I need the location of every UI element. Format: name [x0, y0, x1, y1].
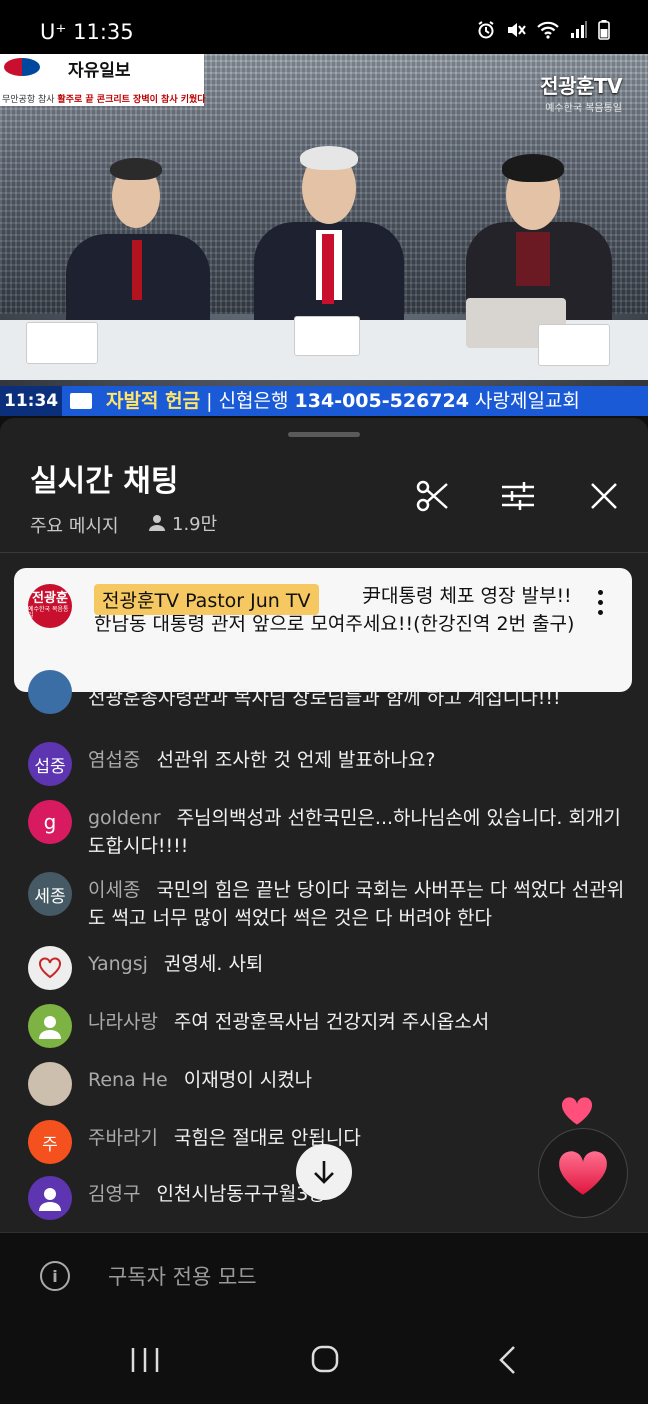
more-icon[interactable]	[598, 590, 604, 615]
avatar[interactable]: 주	[28, 1120, 72, 1164]
avatar-subtext: 예수한국 복음통일	[28, 605, 69, 620]
chat-mode-label[interactable]: 주요 메시지	[30, 512, 119, 538]
message-author[interactable]: 이세종	[88, 879, 140, 901]
avatar-text: 전광훈	[32, 591, 68, 607]
person-icon	[39, 1188, 61, 1211]
person-icon	[149, 515, 165, 531]
avatar[interactable]	[28, 670, 72, 714]
avatar[interactable]: 전광훈 예수한국 복음통일	[28, 584, 72, 628]
message-text: 권영세. 사퇴	[163, 953, 264, 975]
newspaper-headline: 무안공항 참사 활주로 끝 콘크리트 장벽이 참사 키웠다	[2, 92, 206, 105]
message-author[interactable]: 염섭중	[88, 749, 140, 771]
channel-brand: 전광훈TV 예수한국 복음통일	[540, 70, 622, 114]
avatar[interactable]	[28, 1176, 72, 1220]
wifi-icon	[537, 21, 559, 39]
chat-message[interactable]: 전광훈총사령관과 목사님 장로님들과 함께 하고 계십니다!!!	[28, 670, 628, 736]
heart-icon	[39, 957, 61, 979]
video-player[interactable]: 자유일보 무안공항 참사 활주로 끝 콘크리트 장벽이 참사 키웠다 전광훈TV…	[0, 54, 648, 416]
ticker-bank: 신협은행	[218, 390, 289, 412]
heart-icon	[559, 1151, 607, 1195]
system-navigation-bar	[0, 1316, 648, 1404]
back-icon[interactable]	[496, 1344, 520, 1376]
arrow-down-icon	[314, 1161, 334, 1184]
ticker-account: 134-005-526724	[294, 390, 469, 412]
pinned-author[interactable]: 전광훈TV Pastor Jun TV	[94, 584, 319, 615]
info-icon[interactable]: i	[40, 1261, 70, 1291]
message-text: 국민의 힘은 끝난 당이다 국회는 사버푸는 다 썩었다 선관위도 썩고 너무 …	[88, 879, 625, 929]
message-author[interactable]: 주바라기	[88, 1127, 158, 1149]
avatar[interactable]: g	[28, 800, 72, 844]
message-author[interactable]: 김영구	[88, 1183, 140, 1205]
viewer-count-text: 1.9만	[172, 514, 218, 535]
scroll-to-bottom-button[interactable]	[296, 1144, 352, 1200]
header-divider	[0, 552, 648, 553]
avatar[interactable]: 섭중	[28, 742, 72, 786]
donation-ticker: 11:34 자발적 헌금 | 신협은행 134-005-526724 사랑제일교…	[0, 386, 648, 416]
newspaper-logo	[4, 58, 40, 76]
mute-icon	[508, 23, 526, 37]
chat-message[interactable]: g goldenr 주님의백성과 선한국민은...하나님손에 있습니다. 회개기도…	[28, 800, 628, 870]
message-author[interactable]: goldenr	[88, 807, 161, 829]
channel-brand-title: 전광훈TV	[540, 74, 622, 98]
battery-icon	[598, 20, 610, 40]
ticker-church: 사랑제일교회	[475, 390, 580, 412]
newspaper-title: 자유일보	[68, 61, 131, 81]
message-text: 주여 전광훈목사님 건강지켜 주시옵소서	[173, 1011, 490, 1033]
status-time: U⁺ 11:35	[40, 20, 134, 44]
newspaper-headline-prefix: 무안공항 참사	[2, 95, 55, 105]
person-icon	[39, 1016, 61, 1039]
message-author[interactable]: Yangsj	[88, 953, 148, 975]
drag-handle[interactable]	[288, 432, 360, 437]
status-bar: U⁺ 11:35	[0, 0, 648, 54]
filter-icon	[502, 482, 534, 510]
alarm-icon	[478, 21, 494, 39]
message-author[interactable]: Rena He	[88, 1069, 168, 1091]
home-icon[interactable]	[310, 1344, 340, 1374]
message-text: 선관위 조사한 것 언제 발표하나요?	[156, 749, 436, 771]
subscriber-only-mode-text: 구독자 전용 모드	[108, 1265, 257, 1289]
chat-message[interactable]: 나라사랑 주여 전광훈목사님 건강지켜 주시옵소서	[28, 1004, 628, 1054]
desk-box	[294, 316, 360, 356]
message-text: 이재명이 시켰나	[183, 1069, 313, 1091]
chat-title: 실시간 채팅	[30, 464, 179, 499]
scissors-icon	[416, 480, 448, 512]
chat-message[interactable]: Yangsj 권영세. 사퇴	[28, 946, 628, 996]
avatar[interactable]	[28, 1004, 72, 1048]
avatar[interactable]	[28, 1062, 72, 1106]
desk-box	[538, 324, 610, 366]
clip-button[interactable]	[412, 476, 452, 516]
avatar[interactable]: 세종	[28, 872, 72, 916]
filter-button[interactable]	[498, 476, 538, 516]
desk-box	[26, 322, 98, 364]
message-text: 전광훈총사령관과 목사님 장로님들과 함께 하고 계십니다!!!	[88, 687, 561, 709]
newspaper-headline-text: 활주로 끝 콘크리트 장벽이 참사 키웠다	[57, 95, 206, 105]
close-icon	[591, 483, 617, 509]
chat-message[interactable]: Rena He 이재명이 시켰나	[28, 1062, 628, 1112]
newspaper-banner: 자유일보 무안공항 참사 활주로 끝 콘크리트 장벽이 참사 키웠다	[0, 54, 206, 106]
viewer-count: 1.9만	[148, 510, 217, 536]
recents-icon[interactable]	[130, 1346, 160, 1374]
message-author[interactable]: 나라사랑	[88, 1011, 158, 1033]
chat-message[interactable]: 세종 이세종 국민의 힘은 끝난 당이다 국회는 사버푸는 다 썩었다 선관위도 …	[28, 872, 628, 942]
ticker-label: 자발적 헌금	[106, 390, 201, 412]
chat-input-bar: i 구독자 전용 모드	[0, 1232, 648, 1317]
signal-icon	[571, 21, 587, 38]
chat-message[interactable]: 섭중 염섭중 선관위 조사한 것 언제 발표하나요?	[28, 742, 628, 792]
pinned-message[interactable]: 전광훈 예수한국 복음통일 尹대통령 체포 영장 발부!! 한남동 대통령 관저…	[14, 568, 632, 692]
floating-heart-icon	[560, 1096, 594, 1130]
channel-brand-subtitle: 예수한국 복음통일	[545, 103, 622, 114]
message-text: 주님의백성과 선한국민은...하나님손에 있습니다. 회개기도합시다!!!!	[88, 807, 621, 857]
ticker-time: 11:34	[0, 386, 64, 416]
envelope-icon	[70, 393, 92, 409]
reaction-button[interactable]	[538, 1128, 628, 1218]
avatar[interactable]	[28, 946, 72, 990]
close-button[interactable]	[584, 476, 624, 516]
